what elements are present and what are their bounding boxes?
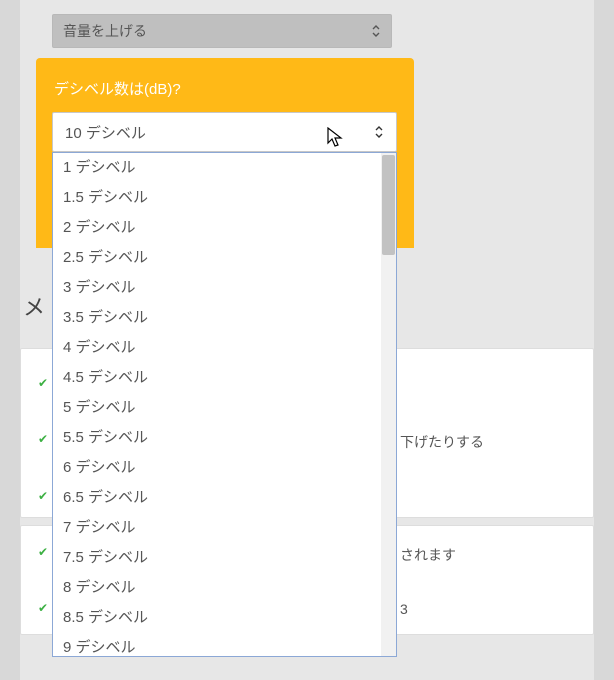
decibel-combo-value: 10 デシベル: [65, 122, 146, 143]
decibel-option[interactable]: 6 デシベル: [53, 453, 381, 483]
decibel-option[interactable]: 1.5 デシベル: [53, 183, 381, 213]
decibel-option[interactable]: 1 デシベル: [53, 153, 381, 183]
decibel-option[interactable]: 4 デシベル: [53, 333, 381, 363]
decibel-option[interactable]: 5 デシベル: [53, 393, 381, 423]
decibel-option-list: 1 デシベル1.5 デシベル2 デシベル2.5 デシベル3 デシベル3.5 デシ…: [53, 153, 381, 657]
decibel-option[interactable]: 3.5 デシベル: [53, 303, 381, 333]
decibel-option[interactable]: 7.5 デシベル: [53, 543, 381, 573]
check-icon: ✔: [38, 601, 48, 615]
updown-caret-icon: [371, 25, 381, 37]
scrollbar-track[interactable]: [381, 153, 396, 656]
decibel-option[interactable]: 3 デシベル: [53, 273, 381, 303]
decibel-option[interactable]: 6.5 デシベル: [53, 483, 381, 513]
decibel-option[interactable]: 2.5 デシベル: [53, 243, 381, 273]
decibel-option[interactable]: 8.5 デシベル: [53, 603, 381, 633]
feature-text-fragment: 下げたりする: [400, 432, 484, 452]
updown-caret-icon: [374, 126, 384, 138]
check-icon: ✔: [38, 376, 48, 390]
decibel-question-label: デシベル数は(dB)?: [54, 78, 396, 99]
feature-text-fragment: 3: [400, 601, 408, 617]
decibel-option[interactable]: 8 デシベル: [53, 573, 381, 603]
action-select[interactable]: 音量を上げる: [52, 14, 392, 48]
decibel-option[interactable]: 9 デシベル: [53, 633, 381, 657]
section-heading: メ: [23, 290, 45, 322]
action-select-value: 音量を上げる: [63, 21, 147, 41]
decibel-option[interactable]: 5.5 デシベル: [53, 423, 381, 453]
decibel-combo[interactable]: 10 デシベル: [52, 112, 397, 152]
decibel-option[interactable]: 2 デシベル: [53, 213, 381, 243]
scrollbar-thumb[interactable]: [382, 155, 395, 255]
check-icon: ✔: [38, 489, 48, 503]
decibel-dropdown[interactable]: 1 デシベル1.5 デシベル2 デシベル2.5 デシベル3 デシベル3.5 デシ…: [52, 152, 397, 657]
feature-text-fragment: されます: [400, 545, 456, 565]
check-icon: ✔: [38, 545, 48, 559]
decibel-option[interactable]: 4.5 デシベル: [53, 363, 381, 393]
decibel-option[interactable]: 7 デシベル: [53, 513, 381, 543]
check-icon: ✔: [38, 432, 48, 446]
